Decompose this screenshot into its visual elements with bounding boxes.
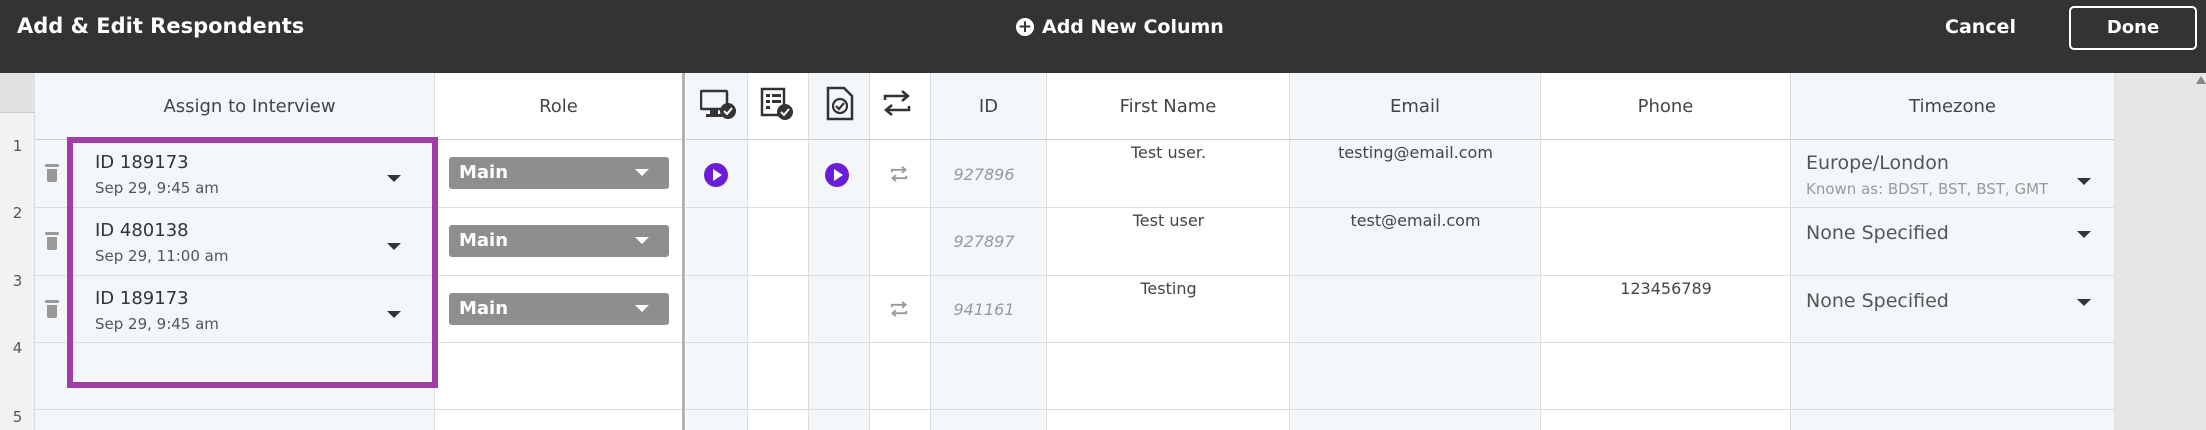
chevron-down-icon[interactable] bbox=[2077, 231, 2091, 238]
column-doc-check bbox=[809, 73, 870, 430]
header-email[interactable]: Email bbox=[1290, 73, 1540, 140]
respondent-id: 927896 bbox=[953, 165, 1015, 184]
header-first-name[interactable]: First Name bbox=[1047, 73, 1289, 140]
timezone-select[interactable]: None Specified bbox=[1806, 222, 1949, 244]
row-number: 2 bbox=[12, 204, 23, 222]
row-number-gutter bbox=[0, 73, 35, 430]
phone-cell[interactable]: 123456789 bbox=[1541, 279, 1791, 298]
first-name-cell[interactable]: Testing bbox=[1047, 279, 1290, 298]
chevron-down-icon[interactable] bbox=[2077, 299, 2091, 306]
role-value: Main bbox=[459, 162, 509, 183]
frozen-column-divider bbox=[682, 73, 685, 430]
timezone-select[interactable]: Europe/London Known as: BDST, BST, BST, … bbox=[1806, 152, 2048, 198]
respondent-id: 927897 bbox=[953, 232, 1015, 251]
header-timezone[interactable]: Timezone bbox=[1791, 73, 2114, 140]
header-assign-to-interview[interactable]: Assign to Interview bbox=[35, 73, 434, 140]
play-icon[interactable] bbox=[704, 163, 728, 187]
chevron-down-icon bbox=[635, 237, 649, 244]
timezone-value: Europe/London bbox=[1806, 152, 1949, 174]
cancel-button[interactable]: Cancel bbox=[1945, 16, 2016, 38]
column-phone: Phone bbox=[1541, 73, 1791, 430]
gutter-corner bbox=[0, 73, 35, 113]
list-check-icon bbox=[760, 87, 793, 120]
play-icon[interactable] bbox=[825, 163, 849, 187]
email-cell[interactable]: testing@email.com bbox=[1290, 143, 1541, 162]
column-timezone: Timezone bbox=[1791, 73, 2115, 430]
document-check-icon bbox=[826, 86, 854, 121]
timezone-select[interactable]: None Specified bbox=[1806, 290, 1949, 312]
column-repeat bbox=[870, 73, 931, 430]
plus-circle-icon: + bbox=[1016, 17, 1034, 37]
timezone-value: None Specified bbox=[1806, 222, 1949, 244]
header-phone[interactable]: Phone bbox=[1541, 73, 1790, 140]
timezone-value: None Specified bbox=[1806, 290, 1949, 312]
monitor-check-icon bbox=[700, 89, 736, 119]
role-select[interactable]: Main bbox=[449, 225, 669, 257]
delete-row-trash-icon[interactable] bbox=[45, 232, 59, 250]
row-number: 5 bbox=[12, 408, 23, 426]
header-role[interactable]: Role bbox=[435, 73, 682, 140]
chevron-down-icon bbox=[635, 305, 649, 312]
chevron-down-icon bbox=[635, 169, 649, 176]
repeat-icon bbox=[883, 90, 911, 116]
row-number: 1 bbox=[12, 137, 23, 155]
role-value: Main bbox=[459, 230, 509, 251]
column-first-name: First Name bbox=[1047, 73, 1290, 430]
done-button[interactable]: Done bbox=[2069, 6, 2197, 50]
column-web-check bbox=[686, 73, 748, 430]
add-new-column-button[interactable]: + Add New Column bbox=[1016, 16, 1224, 38]
first-name-cell[interactable]: Test user. bbox=[1047, 143, 1290, 162]
highlight-box bbox=[67, 137, 438, 388]
role-value: Main bbox=[459, 298, 509, 319]
email-cell[interactable]: test@email.com bbox=[1290, 211, 1541, 230]
role-select[interactable]: Main bbox=[449, 157, 669, 189]
grid-empty-area bbox=[2115, 73, 2206, 430]
add-new-column-label: Add New Column bbox=[1042, 16, 1224, 38]
row-number: 3 bbox=[12, 272, 23, 290]
role-select[interactable]: Main bbox=[449, 293, 669, 325]
timezone-known-as: Known as: BDST, BST, BST, GMT bbox=[1806, 180, 2049, 198]
scroll-up-arrow-icon[interactable] bbox=[2196, 76, 2206, 84]
chevron-down-icon[interactable] bbox=[2077, 178, 2091, 185]
respondent-id: 941161 bbox=[953, 300, 1015, 319]
row-number: 4 bbox=[12, 339, 23, 357]
row-divider bbox=[35, 409, 2115, 410]
delete-row-trash-icon[interactable] bbox=[45, 300, 59, 318]
page-title: Add & Edit Respondents bbox=[17, 14, 305, 38]
top-bar: Add & Edit Respondents + Add New Column … bbox=[0, 0, 2206, 73]
column-email: Email bbox=[1290, 73, 1541, 430]
repeat-icon bbox=[890, 301, 908, 317]
delete-row-trash-icon[interactable] bbox=[45, 164, 59, 182]
repeat-icon bbox=[890, 166, 908, 182]
header-id[interactable]: ID bbox=[931, 73, 1046, 140]
first-name-cell[interactable]: Test user bbox=[1047, 211, 1290, 230]
column-list-check bbox=[748, 73, 809, 430]
column-id: ID bbox=[931, 73, 1047, 430]
